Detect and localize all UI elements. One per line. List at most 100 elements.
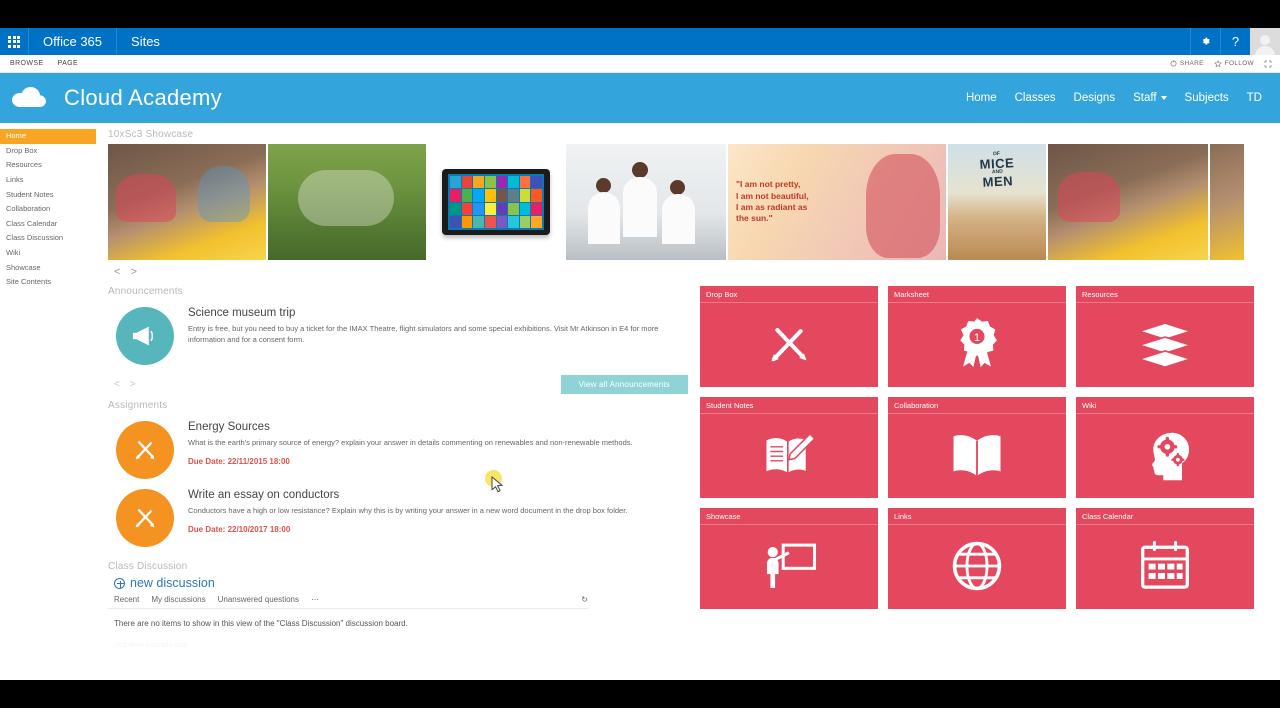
sidebar-item-links[interactable]: Links xyxy=(0,173,96,188)
assignment-title[interactable]: Write an essay on conductors xyxy=(188,489,627,501)
head-gears-icon xyxy=(1139,428,1191,482)
chevron-down-icon xyxy=(1160,96,1167,100)
nav-item-designs[interactable]: Designs xyxy=(1074,92,1116,104)
tile-label: Collaboration xyxy=(888,397,1066,414)
showcase-label: 10xSc3 Showcase xyxy=(108,129,194,140)
sidebar-item-label: Showcase xyxy=(6,262,41,272)
sidebar-item-home[interactable]: Home xyxy=(0,129,96,144)
carousel-slide-windows-tablet[interactable] xyxy=(428,144,564,260)
nav-item-staff[interactable]: Staff xyxy=(1133,92,1167,104)
app-launcher-icon[interactable] xyxy=(0,28,28,55)
tab-my-discussions[interactable]: My discussions xyxy=(151,595,205,604)
quick-launch-nav: Home Drop Box Resources Links Student No… xyxy=(0,123,96,680)
sidebar-item-showcase[interactable]: Showcase xyxy=(0,260,96,275)
sidebar-item-class-discussion[interactable]: Class Discussion xyxy=(0,231,96,246)
carousel-slide-students-grass[interactable] xyxy=(268,144,426,260)
avatar[interactable] xyxy=(1250,28,1280,55)
sidebar-item-label: Class Calendar xyxy=(6,218,58,228)
carousel-slide-edge[interactable] xyxy=(1210,144,1244,260)
assignment-item[interactable]: Write an essay on conductors Conductors … xyxy=(108,483,688,547)
cloud-logo[interactable] xyxy=(8,81,52,115)
carousel-next-button[interactable]: > xyxy=(130,266,136,278)
assignment-item[interactable]: Energy Sources What is the earth's prima… xyxy=(108,415,688,479)
sidebar-item-site-contents[interactable]: Site Contents xyxy=(0,275,96,290)
quote-text: "I am not pretty, I am not beautiful, I … xyxy=(736,179,809,224)
view-all-announcements-button[interactable]: View all Announcements xyxy=(560,375,688,394)
tile-drop-box[interactable]: Drop Box xyxy=(700,286,878,387)
assignment-title[interactable]: Energy Sources xyxy=(188,421,633,433)
nav-label: Staff xyxy=(1133,92,1157,104)
sidebar-item-resources[interactable]: Resources xyxy=(0,158,96,173)
sidebar-item-drop-box[interactable]: Drop Box xyxy=(0,144,96,159)
calendar-icon xyxy=(1138,540,1192,592)
tile-student-notes[interactable]: Student Notes xyxy=(700,397,878,498)
gear-icon[interactable] xyxy=(1190,28,1220,55)
sidebar-item-label: Resources xyxy=(6,160,42,170)
nav-item-td[interactable]: TD xyxy=(1247,92,1262,104)
tile-showcase[interactable]: Showcase xyxy=(700,508,878,609)
nav-item-subjects[interactable]: Subjects xyxy=(1185,92,1229,104)
help-icon[interactable]: ? xyxy=(1220,28,1250,55)
sidebar-item-collaboration[interactable]: Collaboration xyxy=(0,202,96,217)
announcement-title[interactable]: Science museum trip xyxy=(188,307,688,319)
announcement-body: Entry is free, but you need to buy a tic… xyxy=(188,324,659,345)
assignment-body: Conductors have a high or low resistance… xyxy=(188,506,628,515)
tile-class-calendar[interactable]: Class Calendar xyxy=(1076,508,1254,609)
tile-wiki[interactable]: Wiki xyxy=(1076,397,1254,498)
ribbon-tab-browse[interactable]: BROWSE xyxy=(10,60,44,67)
sidebar-item-wiki[interactable]: Wiki xyxy=(0,246,96,261)
carousel-slide-students-laptops[interactable] xyxy=(108,144,266,260)
tile-marksheet[interactable]: Marksheet 1 xyxy=(888,286,1066,387)
carousel-slide-radiant-quote[interactable]: "I am not pretty, I am not beautiful, I … xyxy=(728,144,946,260)
open-book-icon xyxy=(950,431,1004,479)
tile-resources[interactable]: Resources xyxy=(1076,286,1254,387)
nav-item-classes[interactable]: Classes xyxy=(1015,92,1056,104)
assignments-label: Assignments xyxy=(108,400,168,411)
showcase-carousel[interactable]: "I am not pretty, I am not beautiful, I … xyxy=(108,144,1260,260)
tab-unanswered-questions[interactable]: Unanswered questions xyxy=(218,595,299,604)
tile-label: Class Calendar xyxy=(1076,508,1254,525)
tab-more-ellipsis[interactable]: ⋯ xyxy=(311,595,319,604)
sidebar-item-label: Collaboration xyxy=(6,204,51,214)
announcement-item[interactable]: Science museum trip Entry is free, but y… xyxy=(108,301,688,365)
tile-label: Links xyxy=(888,508,1066,525)
new-discussion-button[interactable]: new discussion xyxy=(108,576,688,590)
tab-recent[interactable]: Recent xyxy=(114,595,139,604)
carousel-slide-students-laptops-2[interactable] xyxy=(1048,144,1208,260)
sidebar-item-label: Drop Box xyxy=(6,145,38,155)
sidebar-item-class-calendar[interactable]: Class Calendar xyxy=(0,217,96,232)
sidebar-item-label: Links xyxy=(6,174,24,184)
nav-label: Classes xyxy=(1014,92,1056,104)
sidebar-item-student-notes[interactable]: Student Notes xyxy=(0,187,96,202)
star-icon xyxy=(1213,59,1222,67)
plus-circle-icon xyxy=(114,577,125,589)
mice-line2: MEN xyxy=(982,173,1014,190)
refresh-icon[interactable]: ↻ xyxy=(581,595,588,604)
share-button[interactable]: SHARE xyxy=(1170,60,1204,67)
nav-label: Subjects xyxy=(1184,92,1229,104)
sidebar-item-label: Home xyxy=(6,131,27,141)
announcement-prev-button[interactable]: < xyxy=(114,379,120,390)
office365-brand[interactable]: Office 365 xyxy=(28,28,116,55)
carousel-navigation: < > xyxy=(108,260,1260,280)
nav-item-home[interactable]: Home xyxy=(966,92,997,104)
focus-on-content-icon[interactable] xyxy=(1264,60,1272,68)
ribbon-tab-page[interactable]: PAGE xyxy=(58,60,79,67)
sites-link[interactable]: Sites xyxy=(116,28,174,55)
carousel-slide-of-mice-and-men[interactable]: OF MICE AND MEN xyxy=(948,144,1046,260)
right-column: Drop Box Marksheet 1 Resources Student N… xyxy=(700,280,1260,649)
carousel-slide-students-classroom[interactable] xyxy=(566,144,726,260)
sidebar-item-label: Wiki xyxy=(6,247,21,257)
carousel-prev-button[interactable]: < xyxy=(114,266,120,278)
share-label: SHARE xyxy=(1179,60,1204,67)
pencil-ruler-icon xyxy=(116,489,174,547)
announcement-next-button[interactable]: > xyxy=(130,379,136,390)
follow-button[interactable]: FOLLOW xyxy=(1213,59,1254,68)
new-discussion-label: new discussion xyxy=(130,576,215,590)
tile-links[interactable]: Links xyxy=(888,508,1066,609)
bottom-letterbox xyxy=(0,680,1280,708)
assignment-due-date: Due Date: 22/10/2017 18:00 xyxy=(188,525,291,535)
book-stack-icon xyxy=(1136,320,1194,368)
tile-collaboration[interactable]: Collaboration xyxy=(888,397,1066,498)
nav-label: TD xyxy=(1246,92,1262,104)
